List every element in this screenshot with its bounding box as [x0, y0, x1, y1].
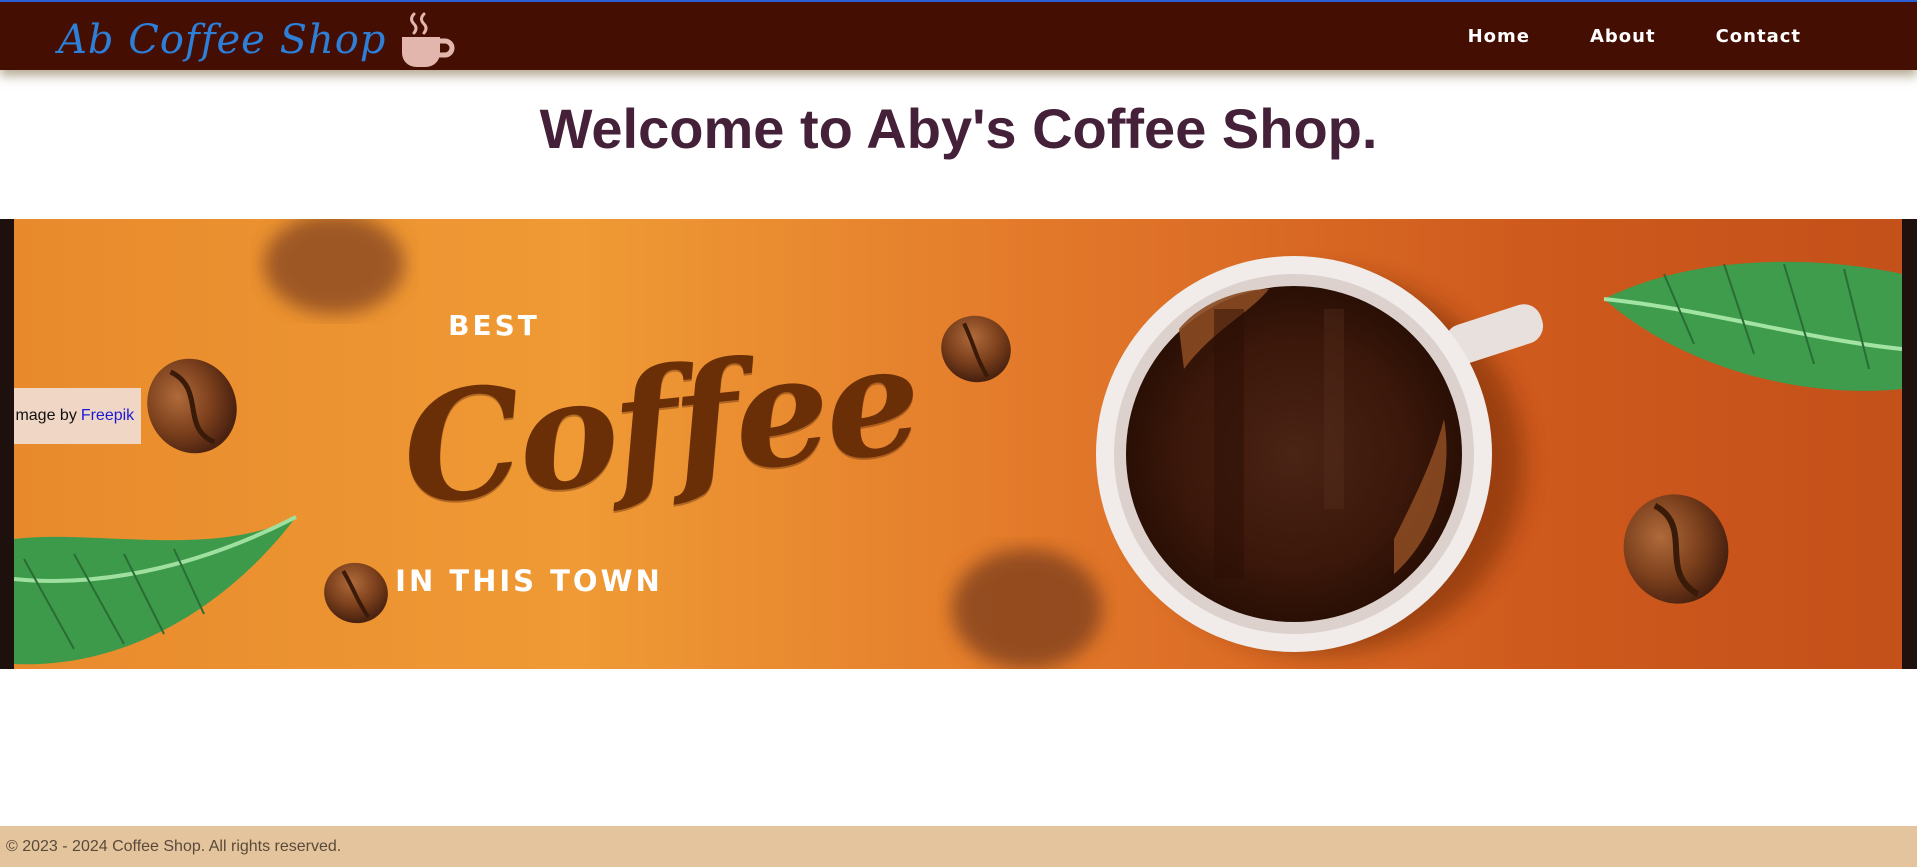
brand-logo[interactable]: Ab Coffee Shop: [58, 10, 456, 70]
coffee-cup-icon: [402, 12, 455, 67]
hero-banner: BEST Coffee IN THIS TOWN Image by Freepi…: [14, 219, 1902, 669]
page-title: Welcome to Aby's Coffee Shop.: [539, 97, 1378, 160]
hero-town-text: IN THIS TOWN: [395, 564, 663, 598]
leaf-left: [14, 515, 297, 665]
blurred-bean: [952, 549, 1102, 669]
nav-about-link[interactable]: About: [1590, 26, 1656, 47]
footer: © 2023 - 2024 Coffee Shop. All rights re…: [0, 826, 1917, 867]
coffee-bean: [1623, 494, 1729, 604]
nav-contact-link[interactable]: Contact: [1716, 26, 1801, 47]
main-nav: Home About Contact: [1408, 2, 1801, 70]
brand-name[interactable]: Ab Coffee Shop: [58, 17, 386, 63]
leaf-right: [1603, 261, 1902, 391]
credit-prefix: Image by: [14, 407, 77, 424]
freepik-link[interactable]: Freepik: [81, 407, 134, 425]
footer-copyright: © 2023 - 2024 Coffee Shop. All rights re…: [6, 837, 342, 855]
coffee-bean: [147, 358, 237, 454]
hero-illustration: [14, 219, 1902, 669]
image-credit: Image by Freepik: [14, 388, 141, 444]
coffee-cup-illustration: [1096, 256, 1544, 654]
navbar: Ab Coffee Shop Home About Contact: [0, 0, 1917, 70]
nav-home-link[interactable]: Home: [1468, 26, 1530, 47]
hero-best-text: BEST: [448, 309, 540, 342]
blurred-bean: [264, 219, 404, 314]
coffee-bean: [941, 315, 1011, 383]
